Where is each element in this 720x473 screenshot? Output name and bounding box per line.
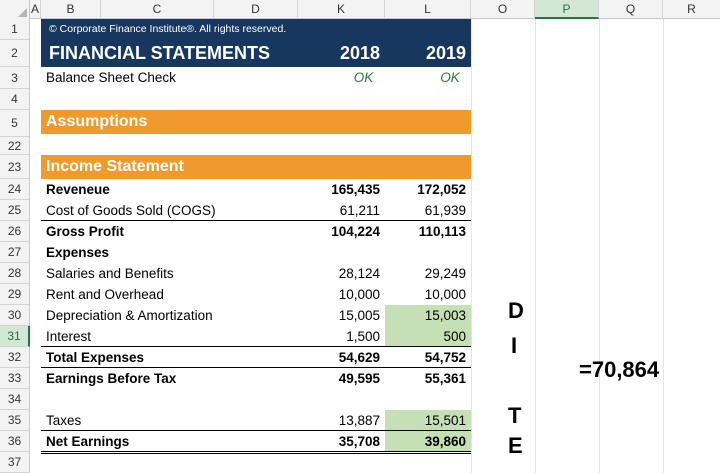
income-statement-heading[interactable]: Income Statement <box>41 155 341 179</box>
line-label-salaries[interactable]: Salaries and Benefits <box>41 263 298 284</box>
row-header-29[interactable]: 29 <box>0 284 30 305</box>
column-header-a[interactable]: A <box>30 0 41 19</box>
row-header-25[interactable]: 25 <box>0 200 30 221</box>
column-header-d[interactable]: D <box>214 0 298 19</box>
line-value-2019[interactable]: 29,249 <box>385 263 471 284</box>
row-header-37[interactable]: 37 <box>0 452 30 473</box>
line-value-2019[interactable]: 55,361 <box>385 368 471 389</box>
row-header-22[interactable]: 22 <box>0 137 30 155</box>
row-header-2[interactable]: 2 <box>0 40 30 67</box>
copyright-notice: © Corporate Finance Institute®. All righ… <box>49 23 287 35</box>
annotation-letter-d: D <box>508 298 524 323</box>
line-label-rent[interactable]: Rent and Overhead <box>41 284 298 305</box>
column-header-k[interactable]: K <box>298 0 385 19</box>
line-value-2018[interactable]: 54,629 <box>298 347 385 368</box>
annotation-letter-t: T <box>508 403 522 428</box>
column-header-o[interactable]: O <box>471 0 535 19</box>
year-2019-header: 2019 <box>425 43 466 63</box>
row-header-31[interactable]: 31 <box>0 326 30 347</box>
column-header-l[interactable]: L <box>385 0 471 19</box>
annotation-letter-e: E <box>508 433 523 458</box>
line-label-net-earnings[interactable]: Net Earnings <box>41 431 298 452</box>
line-value-2018[interactable]: 1,500 <box>298 326 385 347</box>
row-header-27[interactable]: 27 <box>0 242 30 263</box>
line-label-ebt[interactable]: Earnings Before Tax <box>41 368 298 389</box>
line-value-2019[interactable]: 15,003 <box>385 305 471 326</box>
gridline <box>535 19 536 473</box>
line-value-2018[interactable]: 28,124 <box>298 263 385 284</box>
line-value-2019[interactable]: 39,860 <box>385 431 471 452</box>
column-header-p[interactable]: P <box>535 0 599 19</box>
line-value-2019[interactable]: 15,501 <box>385 410 471 431</box>
balance-check-2019[interactable]: OK <box>407 67 493 89</box>
line-value-2018[interactable]: 13,887 <box>298 410 385 431</box>
row-header-5[interactable]: 5 <box>0 110 30 137</box>
spreadsheet[interactable]: A B C D K L O P Q R 1 2 3 4 5 22 23 24 2… <box>0 0 720 473</box>
row-header-24[interactable]: 24 <box>0 179 30 200</box>
total-double-border <box>41 451 471 454</box>
line-value-2018[interactable]: 49,595 <box>298 368 385 389</box>
balance-check-2018[interactable]: OK <box>320 67 407 89</box>
row-header-3[interactable]: 3 <box>0 67 30 89</box>
line-label-interest[interactable]: Interest <box>41 326 298 347</box>
annotation-letter-i: I <box>511 333 518 358</box>
line-value-2018[interactable]: 165,435 <box>298 179 385 200</box>
line-value-2019[interactable]: 500 <box>385 326 471 347</box>
line-value-2018[interactable]: 10,000 <box>298 284 385 305</box>
assumptions-heading[interactable]: Assumptions <box>41 110 341 134</box>
gridline <box>663 19 664 473</box>
row-header-34[interactable]: 34 <box>0 389 30 410</box>
line-label-taxes[interactable]: Taxes <box>41 410 298 431</box>
line-value-2018[interactable]: 61,211 <box>298 200 385 221</box>
line-label-total-expenses[interactable]: Total Expenses <box>41 347 298 368</box>
column-header-c[interactable]: C <box>101 0 214 19</box>
line-value-2018[interactable]: 35,708 <box>298 431 385 452</box>
row-header-32[interactable]: 32 <box>0 347 30 368</box>
line-value-2019[interactable]: 54,752 <box>385 347 471 368</box>
row-header-23[interactable]: 23 <box>0 155 30 179</box>
column-header-q[interactable]: Q <box>599 0 663 19</box>
line-value-2018[interactable]: 104,224 <box>298 221 385 242</box>
select-all-corner[interactable] <box>0 0 30 19</box>
row-header-1[interactable]: 1 <box>0 19 30 40</box>
row-header-28[interactable]: 28 <box>0 263 30 284</box>
balance-check-label[interactable]: Balance Sheet Check <box>41 67 298 89</box>
row-header-26[interactable]: 26 <box>0 221 30 242</box>
formula-result: =70,864 <box>579 357 660 382</box>
row-header-30[interactable]: 30 <box>0 305 30 326</box>
line-value-2019[interactable]: 61,939 <box>385 200 471 221</box>
line-value-2019[interactable]: 172,052 <box>385 179 471 200</box>
line-label-expenses[interactable]: Expenses <box>41 242 298 263</box>
line-value-2019[interactable]: 10,000 <box>385 284 471 305</box>
line-label-cogs[interactable]: Cost of Goods Sold (COGS) <box>41 200 298 221</box>
column-header-r[interactable]: R <box>663 0 720 19</box>
line-value-2019[interactable]: 110,113 <box>385 221 471 242</box>
column-header-b[interactable]: B <box>41 0 101 19</box>
year-2018-header: 2018 <box>339 43 380 63</box>
line-label-revenue[interactable]: Reveneue <box>41 179 298 200</box>
gridline <box>599 19 600 473</box>
row-header-36[interactable]: 36 <box>0 431 30 452</box>
row-header-4[interactable]: 4 <box>0 89 30 110</box>
page-title: FINANCIAL STATEMENTS <box>49 43 270 63</box>
row-header-35[interactable]: 35 <box>0 410 30 431</box>
line-label-gross-profit[interactable]: Gross Profit <box>41 221 298 242</box>
line-value-2018[interactable]: 15,005 <box>298 305 385 326</box>
line-label-depreciation[interactable]: Depreciation & Amortization <box>41 305 298 326</box>
row-header-33[interactable]: 33 <box>0 368 30 389</box>
